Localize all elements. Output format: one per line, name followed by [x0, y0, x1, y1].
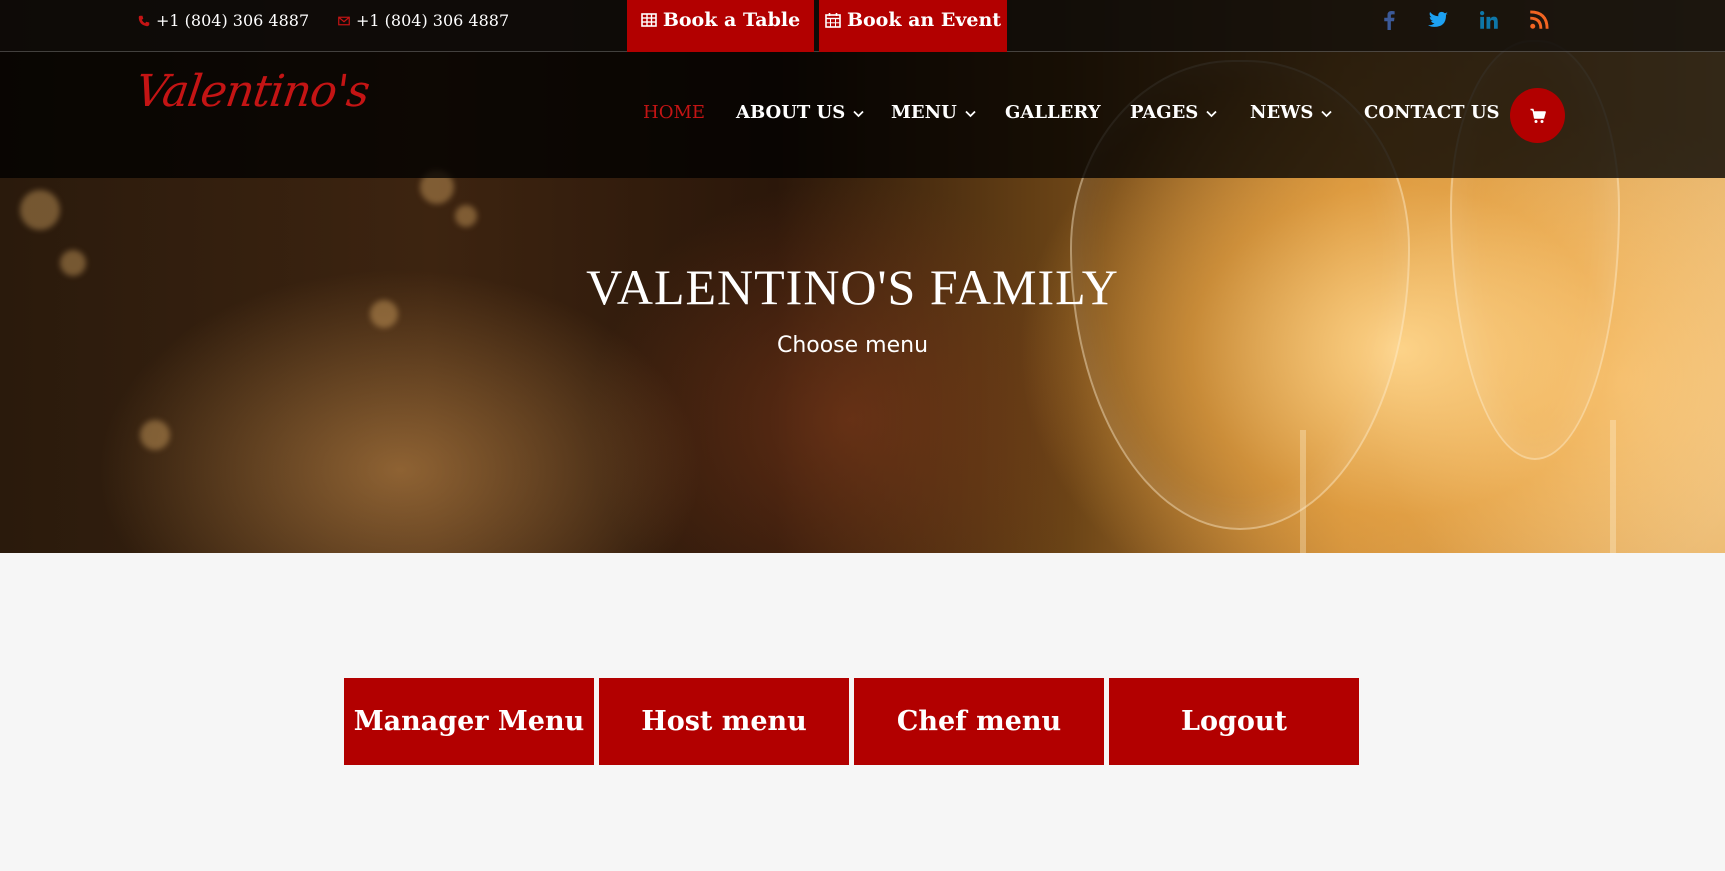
chef-menu-button[interactable]: Chef menu: [854, 678, 1104, 765]
twitter-link[interactable]: [1427, 9, 1449, 31]
rss-icon: [1530, 10, 1549, 29]
linkedin-link[interactable]: [1478, 9, 1500, 31]
chevron-down-icon: [965, 110, 976, 117]
page-title: VALENTINO'S FAMILY: [586, 259, 1119, 315]
nav-news-label: NEWS: [1250, 102, 1314, 123]
logout-button[interactable]: Logout: [1109, 678, 1359, 765]
phone-number: +1 (804) 306 4887: [156, 11, 310, 30]
nav-about-us[interactable]: ABOUT US: [736, 102, 864, 123]
table-icon: [641, 13, 657, 27]
twitter-icon: [1428, 11, 1448, 27]
chevron-down-icon: [1206, 110, 1217, 117]
nav-home-label: HOME: [643, 102, 706, 123]
email-contact[interactable]: +1 (804) 306 4887: [338, 11, 509, 30]
nav-menu-label: MENU: [891, 102, 957, 123]
chevron-down-icon: [1321, 110, 1333, 117]
calendar-icon: [825, 13, 841, 28]
nav-gallery-label: GALLERY: [1005, 102, 1101, 123]
nav-contact-us[interactable]: CONTACT US: [1364, 102, 1500, 123]
facebook-link[interactable]: [1378, 9, 1400, 31]
nav-pages[interactable]: PAGES: [1130, 102, 1217, 123]
facebook-icon: [1384, 11, 1395, 30]
phone-contact[interactable]: +1 (804) 306 4887: [138, 11, 309, 30]
nav-menu[interactable]: MENU: [891, 102, 976, 123]
book-event-label: Book an Event: [846, 9, 1002, 31]
nav-contact-us-label: CONTACT US: [1364, 102, 1500, 123]
nav-news[interactable]: NEWS: [1250, 102, 1333, 123]
book-table-label: Book a Table: [662, 9, 801, 31]
chevron-down-icon: [853, 110, 864, 117]
rss-link[interactable]: [1528, 9, 1550, 31]
manager-menu-button[interactable]: Manager Menu: [344, 678, 594, 765]
main-navbar: Valentino's HOME ABOUT US MENU GALLERY P…: [0, 52, 1725, 178]
cart-button[interactable]: [1510, 88, 1565, 143]
brand-logo[interactable]: Valentino's: [132, 66, 372, 117]
nav-pages-label: PAGES: [1130, 102, 1199, 123]
cart-icon: [1530, 108, 1546, 123]
phone-icon: [138, 15, 150, 26]
linkedin-icon: [1480, 11, 1498, 29]
nav-home[interactable]: HOME: [643, 102, 705, 123]
book-table-button[interactable]: Book a Table: [627, 0, 814, 52]
envelope-icon: [338, 16, 350, 25]
top-bar: +1 (804) 306 4887 +1 (804) 306 4887 Book…: [0, 0, 1725, 52]
book-event-button[interactable]: Book an Event: [819, 0, 1007, 52]
host-menu-button[interactable]: Host menu: [599, 678, 849, 765]
email-phone-number: +1 (804) 306 4887: [356, 11, 510, 30]
nav-gallery[interactable]: GALLERY: [1005, 102, 1101, 123]
nav-about-us-label: ABOUT US: [736, 102, 846, 123]
page-subtitle: Choose menu: [776, 333, 929, 358]
